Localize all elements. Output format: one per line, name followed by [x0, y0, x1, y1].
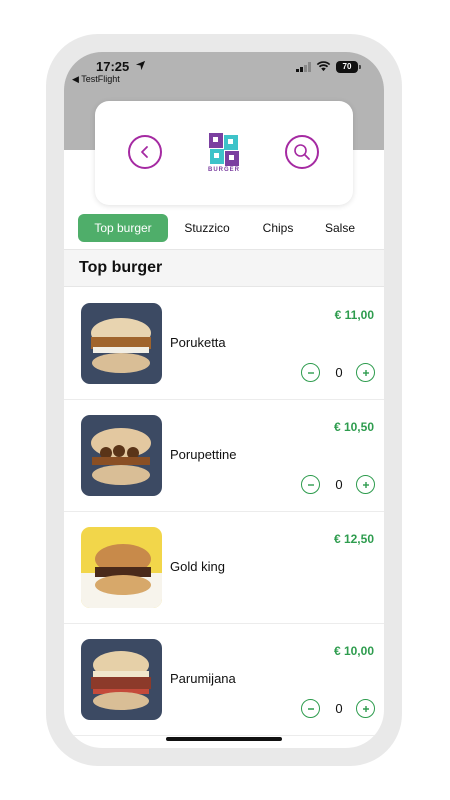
- back-button[interactable]: [128, 135, 162, 169]
- plus-icon: [362, 369, 369, 376]
- header-card: BURGER: [95, 101, 353, 205]
- plus-icon: [362, 705, 369, 712]
- minus-icon: [307, 483, 314, 486]
- burger-photo-icon: [81, 527, 162, 608]
- tab-salse[interactable]: Salse: [316, 214, 364, 242]
- tab-top-burger[interactable]: Top burger: [78, 214, 168, 242]
- product-row[interactable]: Poruketta € 11,00 0: [64, 288, 384, 400]
- status-time: 17:25: [96, 59, 130, 74]
- product-row[interactable]: Parumijana € 10,00 0: [64, 624, 384, 736]
- section-title: Top burger: [79, 259, 163, 276]
- search-button[interactable]: [285, 135, 319, 169]
- decrease-quantity-button[interactable]: [301, 699, 320, 718]
- chevron-left-icon: [141, 146, 148, 158]
- product-image: [81, 415, 162, 496]
- decrease-quantity-button[interactable]: [301, 475, 320, 494]
- increase-quantity-button[interactable]: [356, 363, 375, 382]
- quantity-stepper: 0: [301, 475, 375, 495]
- burger-photo-icon: [81, 415, 162, 496]
- product-image: [81, 527, 162, 608]
- burger-photo-icon: [81, 303, 162, 384]
- product-row[interactable]: Gold king € 12,50: [64, 512, 384, 624]
- wifi-icon: [316, 61, 331, 72]
- product-price: € 10,00: [333, 644, 374, 658]
- home-indicator[interactable]: [166, 737, 282, 741]
- decrease-quantity-button[interactable]: [301, 363, 320, 382]
- product-price: € 11,00: [334, 308, 374, 322]
- increase-quantity-button[interactable]: [356, 699, 375, 718]
- section-header: Top burger: [64, 249, 384, 287]
- tab-stuzzico[interactable]: Stuzzico: [176, 214, 238, 242]
- burger-photo-icon: [81, 639, 162, 720]
- product-image: [81, 639, 162, 720]
- minus-icon: [307, 707, 314, 710]
- product-name: Gold king: [170, 559, 225, 574]
- status-bar: 17:25 ◀ TestFlight 70: [64, 52, 384, 88]
- product-image: [81, 303, 162, 384]
- product-price: € 10,50: [333, 420, 374, 434]
- product-name: Parumijana: [170, 671, 236, 686]
- battery-indicator: 70: [336, 61, 358, 73]
- quantity-stepper: 0: [301, 363, 375, 383]
- product-row[interactable]: Porupettine € 10,50 0: [64, 400, 384, 512]
- increase-quantity-button[interactable]: [356, 475, 375, 494]
- quantity-value: 0: [335, 477, 343, 492]
- location-arrow-icon: [135, 60, 146, 71]
- battery-tip: [359, 65, 361, 69]
- category-tabs: Top burger Stuzzico Chips Salse: [78, 214, 384, 242]
- product-name: Poruketta: [170, 335, 226, 350]
- product-name: Porupettine: [170, 447, 237, 462]
- product-price: € 12,50: [333, 532, 374, 546]
- search-icon: [294, 144, 310, 160]
- back-to-testflight-link[interactable]: ◀ TestFlight: [72, 74, 120, 85]
- tab-chips[interactable]: Chips: [254, 214, 302, 242]
- app-screen: 17:25 ◀ TestFlight 70 BURGER Top burger …: [64, 52, 384, 748]
- cellular-signal-icon: [296, 62, 311, 72]
- plus-icon: [362, 481, 369, 488]
- minus-icon: [307, 371, 314, 374]
- quantity-stepper: 0: [301, 699, 375, 719]
- logo-subtitle: BURGER: [207, 167, 240, 173]
- quantity-value: 0: [335, 701, 343, 716]
- quantity-value: 0: [335, 365, 343, 380]
